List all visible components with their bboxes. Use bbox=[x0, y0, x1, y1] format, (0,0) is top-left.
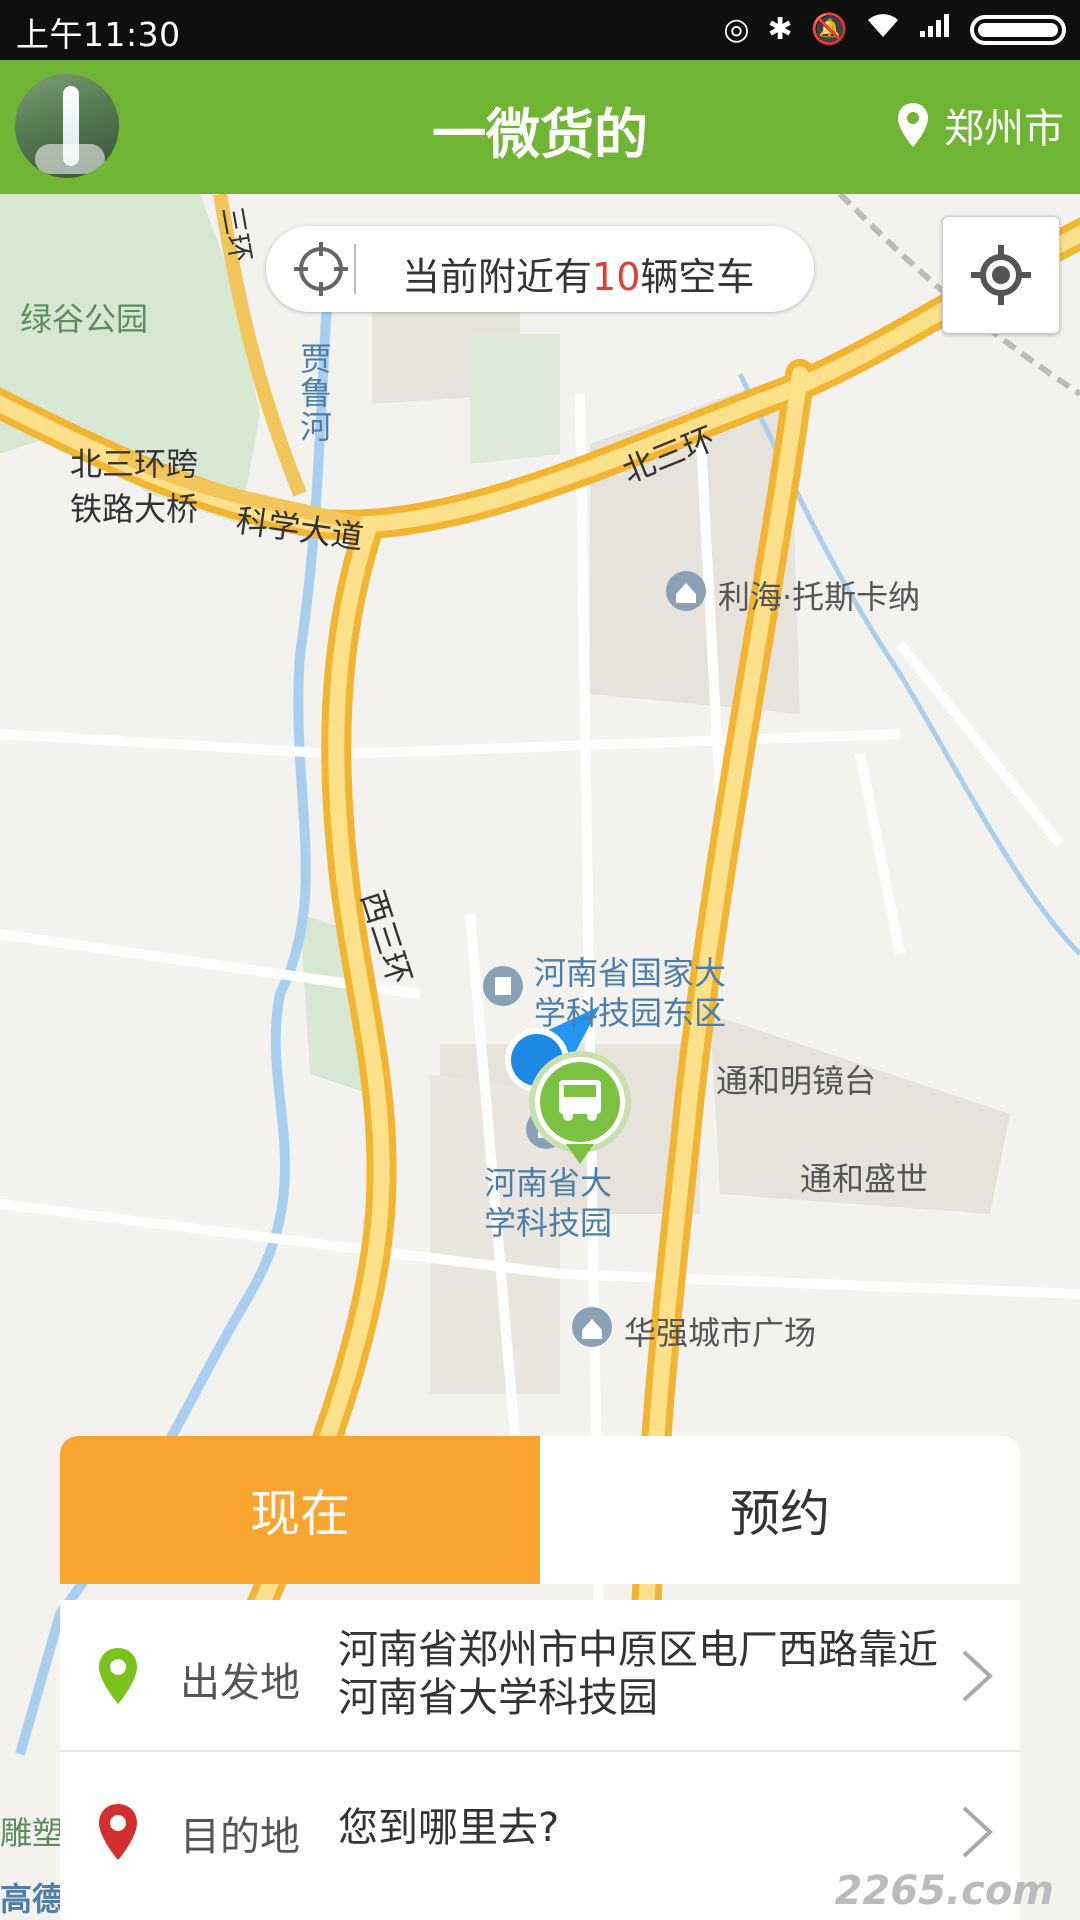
map-label-river: 贾鲁河 bbox=[300, 340, 333, 446]
booking-panel: 现在 预约 出发地 河南省郑州市中原区电厂西路靠近河南省大学科技园 目的地 您到… bbox=[60, 1436, 1020, 1920]
map-label-lihai: 利海·托斯卡纳 bbox=[718, 578, 921, 616]
chevron-right-icon bbox=[962, 1650, 993, 1702]
origin-row[interactable]: 出发地 河南省郑州市中原区电厂西路靠近河南省大学科技园 bbox=[60, 1600, 1020, 1752]
map-label-park-2: 学科技园 bbox=[484, 1204, 613, 1242]
poi-icon-lihai bbox=[666, 571, 706, 611]
origin-label: 出发地 bbox=[180, 1660, 300, 1706]
app-bar: 一微货的 郑州市 bbox=[0, 60, 1080, 194]
location-pin-icon bbox=[898, 103, 928, 147]
destination-label: 目的地 bbox=[180, 1814, 300, 1860]
watermark: 2265.com bbox=[834, 1868, 1054, 1914]
city-selector[interactable]: 郑州市 bbox=[896, 96, 1064, 154]
destination-input[interactable]: 您到哪里去? bbox=[338, 1804, 958, 1852]
relocate-button[interactable] bbox=[942, 216, 1060, 334]
poi-icon-huaqiang bbox=[572, 1307, 612, 1347]
gps-target-icon bbox=[971, 245, 1031, 305]
nearby-vehicles-banner: 当前附近有10辆空车 bbox=[266, 226, 814, 312]
map-label-park: 绿谷公园 bbox=[20, 300, 149, 338]
wifi-icon bbox=[866, 10, 900, 50]
signal-icon bbox=[918, 10, 952, 50]
crosshair-icon bbox=[294, 242, 348, 296]
city-label: 郑州市 bbox=[944, 106, 1064, 152]
nearby-prefix: 当前附近有 bbox=[402, 255, 593, 299]
map-label-tonghe-sheng: 通和盛世 bbox=[800, 1160, 929, 1198]
map-label-bridge-1: 北三环跨 bbox=[70, 445, 199, 483]
battery-icon bbox=[970, 15, 1066, 45]
nearby-suffix: 辆空车 bbox=[640, 255, 755, 299]
origin-pin-icon bbox=[99, 1648, 137, 1704]
bluetooth-icon: ✱ bbox=[767, 12, 793, 47]
tab-now[interactable]: 现在 bbox=[60, 1436, 540, 1584]
mute-icon: 🔕 bbox=[810, 12, 848, 47]
hotspot-icon: ◎ bbox=[723, 12, 750, 47]
nearby-count: 10 bbox=[592, 255, 641, 299]
map-label-bridge-2: 铁路大桥 bbox=[70, 490, 199, 528]
destination-pin-icon bbox=[99, 1804, 137, 1860]
chevron-right-icon bbox=[962, 1806, 993, 1858]
banner-separator bbox=[354, 244, 356, 294]
status-icons: ◎ ✱ 🔕 bbox=[723, 10, 1066, 50]
map-label-huaqiang: 华强城市广场 bbox=[624, 1314, 817, 1352]
origin-value: 河南省郑州市中原区电厂西路靠近河南省大学科技园 bbox=[338, 1627, 938, 1721]
status-bar: 上午11:30 ◎ ✱ 🔕 bbox=[0, 0, 1080, 60]
map-label-park-east-2: 学科技园东区 bbox=[534, 994, 727, 1032]
map-label-tonghe-mirror: 通和明镜台 bbox=[716, 1062, 877, 1100]
poi-icon-park-east bbox=[483, 966, 523, 1006]
status-time: 上午11:30 bbox=[16, 15, 181, 54]
tab-reserve[interactable]: 预约 bbox=[540, 1436, 1020, 1584]
nearby-text: 当前附近有10辆空车 bbox=[402, 246, 754, 301]
